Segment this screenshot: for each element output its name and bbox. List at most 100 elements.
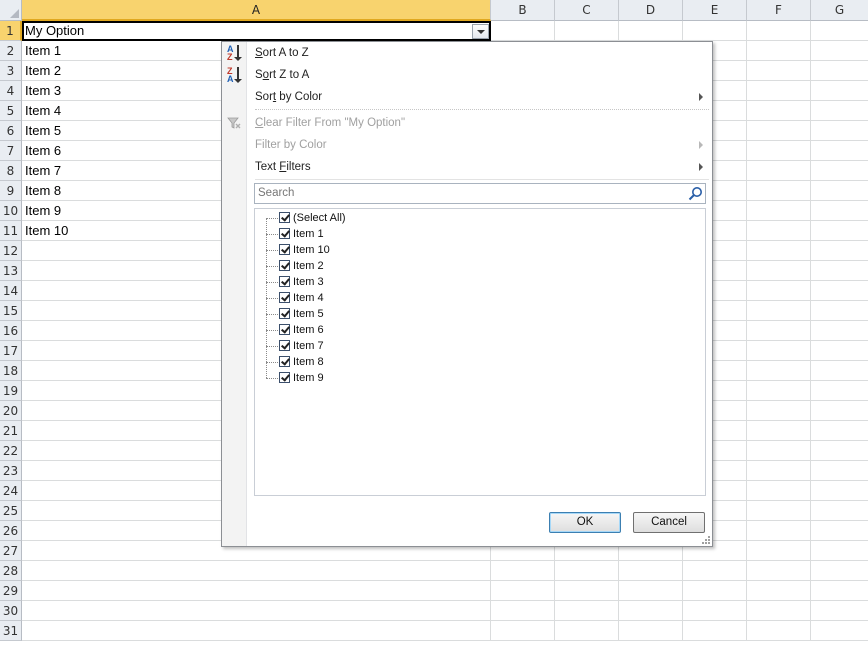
cell-g24[interactable] bbox=[811, 481, 868, 501]
checkbox-checked-icon[interactable] bbox=[279, 324, 290, 335]
cell-e28[interactable] bbox=[683, 561, 747, 581]
row-header-15[interactable]: 15 bbox=[0, 301, 22, 321]
cell-f22[interactable] bbox=[747, 441, 811, 461]
cell-d28[interactable] bbox=[619, 561, 683, 581]
cell-f9[interactable] bbox=[747, 181, 811, 201]
menu-clear-filter[interactable]: Clear Filter From "My Option" bbox=[255, 112, 405, 134]
cell-g25[interactable] bbox=[811, 501, 868, 521]
cell-f8[interactable] bbox=[747, 161, 811, 181]
cell-a29[interactable] bbox=[22, 581, 491, 601]
row-header-19[interactable]: 19 bbox=[0, 381, 22, 401]
row-header-27[interactable]: 27 bbox=[0, 541, 22, 561]
cell-f12[interactable] bbox=[747, 241, 811, 261]
cell-f17[interactable] bbox=[747, 341, 811, 361]
cell-g11[interactable] bbox=[811, 221, 868, 241]
row-header-18[interactable]: 18 bbox=[0, 361, 22, 381]
cell-f28[interactable] bbox=[747, 561, 811, 581]
cell-g30[interactable] bbox=[811, 601, 868, 621]
menu-text-filters[interactable]: Text Filters bbox=[255, 156, 311, 178]
row-header-24[interactable]: 24 bbox=[0, 481, 22, 501]
checkbox-checked-icon[interactable] bbox=[279, 340, 290, 351]
cell-f26[interactable] bbox=[747, 521, 811, 541]
cell-f10[interactable] bbox=[747, 201, 811, 221]
cell-f7[interactable] bbox=[747, 141, 811, 161]
column-header-g[interactable]: G bbox=[811, 0, 868, 21]
cell-g16[interactable] bbox=[811, 321, 868, 341]
row-header-4[interactable]: 4 bbox=[0, 81, 22, 101]
cell-f1[interactable] bbox=[747, 21, 811, 41]
row-header-6[interactable]: 6 bbox=[0, 121, 22, 141]
cell-g13[interactable] bbox=[811, 261, 868, 281]
cell-g9[interactable] bbox=[811, 181, 868, 201]
cell-f3[interactable] bbox=[747, 61, 811, 81]
checkbox-checked-icon[interactable] bbox=[279, 212, 290, 223]
checkbox-checked-icon[interactable] bbox=[279, 276, 290, 287]
cell-f25[interactable] bbox=[747, 501, 811, 521]
row-header-13[interactable]: 13 bbox=[0, 261, 22, 281]
cell-f27[interactable] bbox=[747, 541, 811, 561]
cell-c31[interactable] bbox=[555, 621, 619, 641]
column-header-a[interactable]: A bbox=[22, 0, 491, 21]
cell-f29[interactable] bbox=[747, 581, 811, 601]
cell-e30[interactable] bbox=[683, 601, 747, 621]
cell-f24[interactable] bbox=[747, 481, 811, 501]
row-header-1[interactable]: 1 bbox=[0, 21, 22, 41]
menu-sort-z-to-a[interactable]: Sort Z to A bbox=[255, 64, 309, 86]
cell-f31[interactable] bbox=[747, 621, 811, 641]
cell-f18[interactable] bbox=[747, 361, 811, 381]
row-header-22[interactable]: 22 bbox=[0, 441, 22, 461]
cell-g27[interactable] bbox=[811, 541, 868, 561]
checkbox-checked-icon[interactable] bbox=[279, 292, 290, 303]
column-header-d[interactable]: D bbox=[619, 0, 683, 21]
cell-g15[interactable] bbox=[811, 301, 868, 321]
cell-f21[interactable] bbox=[747, 421, 811, 441]
cell-d31[interactable] bbox=[619, 621, 683, 641]
cell-g18[interactable] bbox=[811, 361, 868, 381]
cell-g1[interactable] bbox=[811, 21, 868, 41]
cell-d30[interactable] bbox=[619, 601, 683, 621]
row-header-16[interactable]: 16 bbox=[0, 321, 22, 341]
checkbox-checked-icon[interactable] bbox=[279, 244, 290, 255]
ok-button[interactable]: OK bbox=[549, 512, 621, 533]
autofilter-dropdown-button[interactable] bbox=[472, 24, 489, 39]
row-header-30[interactable]: 30 bbox=[0, 601, 22, 621]
cell-f6[interactable] bbox=[747, 121, 811, 141]
cell-f30[interactable] bbox=[747, 601, 811, 621]
cell-e31[interactable] bbox=[683, 621, 747, 641]
column-header-c[interactable]: C bbox=[555, 0, 619, 21]
row-header-9[interactable]: 9 bbox=[0, 181, 22, 201]
checkbox-checked-icon[interactable] bbox=[279, 356, 290, 367]
cell-g20[interactable] bbox=[811, 401, 868, 421]
cell-g2[interactable] bbox=[811, 41, 868, 61]
cell-f15[interactable] bbox=[747, 301, 811, 321]
row-header-8[interactable]: 8 bbox=[0, 161, 22, 181]
cell-g17[interactable] bbox=[811, 341, 868, 361]
cell-g26[interactable] bbox=[811, 521, 868, 541]
cell-f16[interactable] bbox=[747, 321, 811, 341]
cancel-button[interactable]: Cancel bbox=[633, 512, 705, 533]
search-icon[interactable] bbox=[687, 185, 704, 202]
row-header-23[interactable]: 23 bbox=[0, 461, 22, 481]
cell-f23[interactable] bbox=[747, 461, 811, 481]
cell-c28[interactable] bbox=[555, 561, 619, 581]
cell-b1[interactable] bbox=[491, 21, 555, 41]
select-all-corner[interactable] bbox=[0, 0, 22, 21]
cell-g21[interactable] bbox=[811, 421, 868, 441]
cell-f20[interactable] bbox=[747, 401, 811, 421]
row-header-11[interactable]: 11 bbox=[0, 221, 22, 241]
cell-g22[interactable] bbox=[811, 441, 868, 461]
row-header-12[interactable]: 12 bbox=[0, 241, 22, 261]
checkbox-checked-icon[interactable] bbox=[279, 260, 290, 271]
row-header-10[interactable]: 10 bbox=[0, 201, 22, 221]
cell-c1[interactable] bbox=[555, 21, 619, 41]
row-header-29[interactable]: 29 bbox=[0, 581, 22, 601]
cell-a30[interactable] bbox=[22, 601, 491, 621]
column-header-e[interactable]: E bbox=[683, 0, 747, 21]
row-header-5[interactable]: 5 bbox=[0, 101, 22, 121]
column-header-f[interactable]: F bbox=[747, 0, 811, 21]
resize-grip-icon[interactable] bbox=[702, 536, 710, 544]
row-header-7[interactable]: 7 bbox=[0, 141, 22, 161]
cell-f2[interactable] bbox=[747, 41, 811, 61]
cell-f5[interactable] bbox=[747, 101, 811, 121]
checkbox-checked-icon[interactable] bbox=[279, 228, 290, 239]
